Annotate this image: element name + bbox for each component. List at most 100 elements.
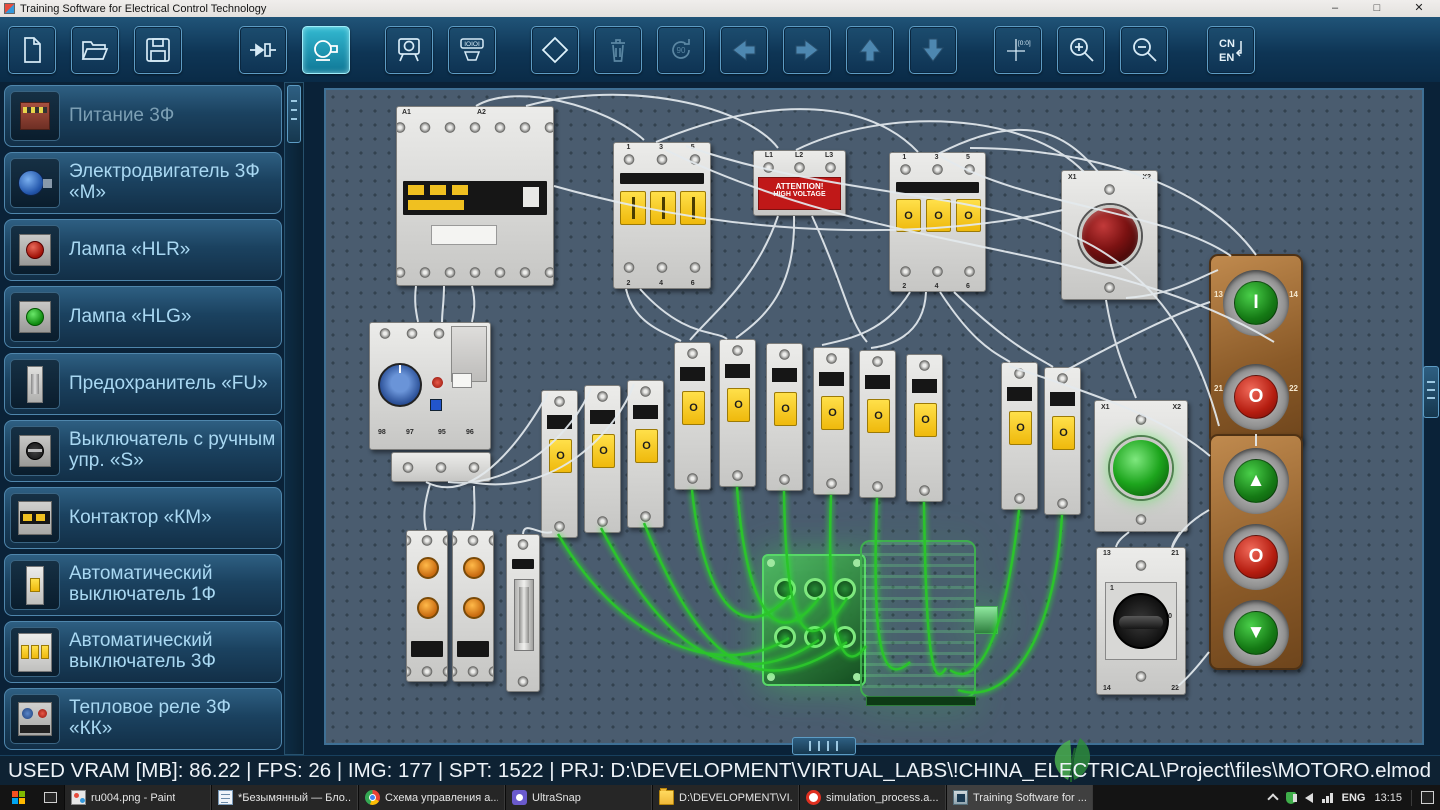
move-up-button[interactable] <box>846 26 894 74</box>
sidebar-item-lamp-hlr[interactable]: Лампа «HLR» <box>4 219 282 281</box>
sidebar-item-breaker-1ph[interactable]: Автоматический выключатель 1Ф <box>4 554 282 616</box>
taskbar-app-opera[interactable]: simulation_process.a... <box>799 785 946 810</box>
cam-switch-knob[interactable] <box>1113 593 1169 649</box>
sidebar-item-breaker-3ph[interactable]: Автоматический выключатель 3Ф <box>4 621 282 683</box>
new-file-button[interactable] <box>8 26 56 74</box>
sidebar-item-switch-s[interactable]: Выключатель с ручным упр. «S» <box>4 420 282 482</box>
canvas-hscroll-thumb[interactable] <box>792 737 856 755</box>
time-relay-device[interactable] <box>452 530 494 682</box>
serial-port-button[interactable]: IOIOI <box>448 26 496 74</box>
breaker-rocker[interactable] <box>650 191 676 225</box>
rotate-90-button[interactable]: 90 <box>657 26 705 74</box>
breaker-rocker[interactable]: O <box>896 199 921 232</box>
coordinates-button[interactable]: [0:0] <box>994 26 1042 74</box>
breaker-1p-device[interactable]: O <box>1001 362 1038 510</box>
breaker-1p-device[interactable]: O <box>859 350 896 498</box>
red-lamp-station[interactable]: X1 X2 <box>1061 170 1158 300</box>
relay-dial[interactable] <box>417 597 439 619</box>
green-lamp-station[interactable]: X1 X2 <box>1094 400 1188 532</box>
sidebar-item-fuse[interactable]: Предохранитель «FU» <box>4 353 282 415</box>
taskbar-app-paint[interactable]: ru004.png - Paint <box>64 785 211 810</box>
thermal-relay-device[interactable]: 98 97 95 96 <box>369 322 491 450</box>
breaker-1p-device[interactable]: O <box>627 380 664 528</box>
palette-scrollbar-thumb[interactable] <box>287 85 301 143</box>
canvas-vscroll-thumb[interactable] <box>1423 366 1439 418</box>
breaker-1p-device[interactable]: O <box>766 343 803 491</box>
thermal-terminal-block[interactable] <box>391 452 491 482</box>
breaker-3p-device[interactable]: 1 3 5 O O O 2 4 6 <box>889 152 986 292</box>
stop-button[interactable]: O <box>1234 375 1278 419</box>
breaker-3p-device[interactable]: 1 3 5 2 4 6 <box>613 142 711 289</box>
multimeter-button[interactable] <box>385 26 433 74</box>
sidebar-item-power-3ph[interactable]: Питание 3Ф <box>4 85 282 147</box>
motor-tool-button[interactable] <box>302 26 350 74</box>
pushbutton-station-start-stop[interactable]: I 13 14 O 21 22 <box>1209 254 1303 446</box>
breaker-1p-device[interactable]: O <box>719 339 756 487</box>
red-lamp-lens[interactable] <box>1079 205 1141 267</box>
breaker-1p-device[interactable]: O <box>541 390 578 538</box>
language-toggle-button[interactable]: CNEN <box>1207 26 1255 74</box>
minimize-button[interactable]: – <box>1314 0 1356 17</box>
breaker-1p-device[interactable]: O <box>906 354 943 502</box>
breaker-rocker[interactable]: O <box>682 391 705 425</box>
open-file-button[interactable] <box>71 26 119 74</box>
taskbar-app-ultrasnap[interactable]: UltraSnap <box>505 785 652 810</box>
network-icon[interactable] <box>1322 793 1333 803</box>
zoom-in-button[interactable] <box>1057 26 1105 74</box>
contactor-km-device[interactable]: A1 A2 <box>396 106 554 286</box>
breaker-rocker[interactable] <box>620 191 646 225</box>
relay-dial[interactable] <box>463 557 485 579</box>
maximize-button[interactable]: □ <box>1356 0 1398 17</box>
breaker-rocker[interactable]: O <box>956 199 981 232</box>
delete-button[interactable] <box>594 26 642 74</box>
breaker-rocker[interactable]: O <box>1009 411 1032 445</box>
breaker-rocker[interactable]: O <box>635 429 658 463</box>
relay-dial[interactable] <box>463 597 485 619</box>
task-view-button[interactable] <box>36 785 64 810</box>
save-button[interactable] <box>134 26 182 74</box>
notification-icon[interactable] <box>1421 791 1434 804</box>
wire-tool-button[interactable] <box>239 26 287 74</box>
stop-button[interactable]: O <box>1234 535 1278 579</box>
relay-dial[interactable] <box>417 557 439 579</box>
sidebar-item-lamp-hlg[interactable]: Лампа «HLG» <box>4 286 282 348</box>
volume-icon[interactable] <box>1305 793 1313 803</box>
breaker-rocker[interactable]: O <box>926 199 951 232</box>
breaker-1p-device[interactable]: O <box>584 385 621 533</box>
breaker-rocker[interactable]: O <box>592 434 615 468</box>
attention-block[interactable]: L1 L2 L3 ATTENTION! HIGH VOLTAGE <box>753 150 846 216</box>
breaker-rocker[interactable]: O <box>774 392 797 426</box>
palette-scrollbar[interactable] <box>284 82 304 755</box>
language-indicator[interactable]: ENG <box>1342 792 1366 804</box>
move-down-button[interactable] <box>909 26 957 74</box>
breaker-rocker[interactable]: O <box>821 396 844 430</box>
start-button[interactable]: I <box>1234 281 1278 325</box>
zoom-out-button[interactable] <box>1120 26 1168 74</box>
up-button[interactable]: ▲ <box>1234 459 1278 503</box>
breaker-rocker[interactable]: O <box>727 388 750 422</box>
cam-switch-device[interactable]: 13 21 1 0 14 22 <box>1096 547 1186 695</box>
taskbar-app-training-software[interactable]: Training Software for ... <box>946 785 1093 810</box>
breaker-rocker[interactable]: O <box>867 399 890 433</box>
breaker-rocker[interactable]: O <box>549 439 572 473</box>
eraser-button[interactable] <box>531 26 579 74</box>
workspace-canvas[interactable]: A1 A2 1 3 5 <box>324 88 1424 745</box>
taskbar-app-explorer[interactable]: D:\DEVELOPMENT\VI... <box>652 785 799 810</box>
taskbar-app-browser[interactable]: Схема управления а... <box>358 785 505 810</box>
tray-expand-icon[interactable] <box>1267 793 1278 804</box>
motor-3ph-device[interactable] <box>756 540 1001 712</box>
breaker-1p-device[interactable]: O <box>1044 367 1081 515</box>
green-lamp-lens[interactable] <box>1110 437 1172 499</box>
taskbar-app-notepad[interactable]: *Безымянный — Бло... <box>211 785 358 810</box>
close-button[interactable]: ✕ <box>1398 0 1440 17</box>
breaker-rocker[interactable]: O <box>1052 416 1075 450</box>
breaker-rocker[interactable]: O <box>914 403 937 437</box>
start-button[interactable] <box>0 785 36 810</box>
time-relay-device[interactable] <box>406 530 448 682</box>
pushbutton-station-updown[interactable]: ▲ O ▼ <box>1209 434 1303 670</box>
fuse-holder-device[interactable] <box>506 534 540 692</box>
move-right-button[interactable] <box>783 26 831 74</box>
sidebar-item-motor-3ph[interactable]: Электродвигатель 3Ф «М» <box>4 152 282 214</box>
clock[interactable]: 13:15 <box>1374 792 1402 804</box>
move-left-button[interactable] <box>720 26 768 74</box>
